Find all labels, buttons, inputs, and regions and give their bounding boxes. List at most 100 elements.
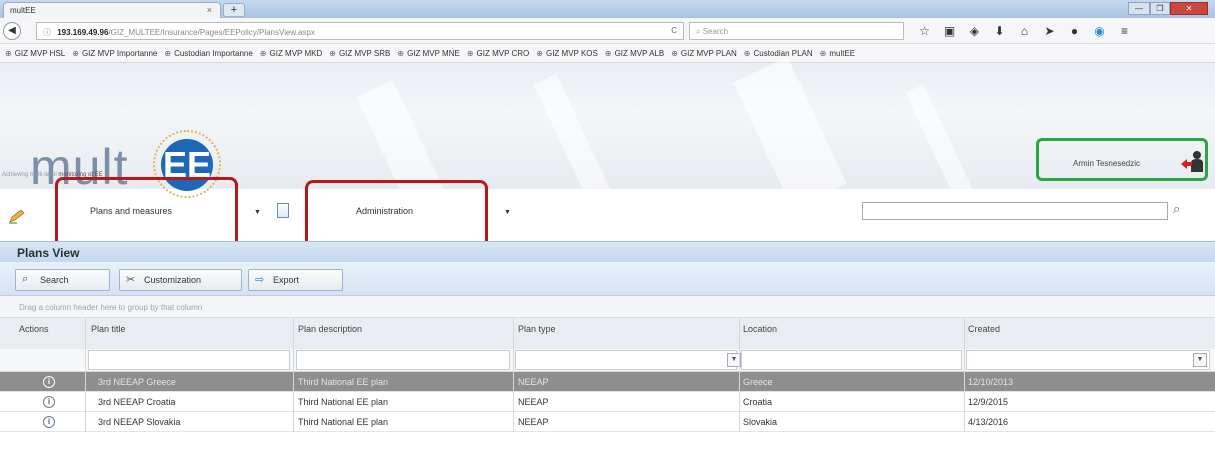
minimize-button[interactable]: — xyxy=(1128,2,1150,15)
reading-list-icon[interactable]: ▣ xyxy=(937,23,962,39)
column-divider xyxy=(513,318,514,432)
column-header-location[interactable]: Location xyxy=(743,324,777,334)
customization-label: Customization xyxy=(144,275,202,285)
header-decoration xyxy=(533,73,612,203)
tab-close-icon[interactable]: × xyxy=(207,5,212,15)
column-header-created[interactable]: Created xyxy=(968,324,1000,334)
cell-plan-type: NEEAP xyxy=(518,377,549,387)
user-name[interactable]: Armin Tesnesedzic xyxy=(1073,159,1140,168)
tagline-line-1: Achieving multi-level xyxy=(2,172,57,178)
bookmark-item[interactable]: GIZ MVP ALB xyxy=(602,44,668,62)
cell-created: 4/13/2016 xyxy=(968,417,1009,427)
bookmarks-bar: GIZ MVP HSL GIZ MVP Importanne Custodian… xyxy=(0,44,1215,63)
header-decoration xyxy=(733,56,847,210)
panel-title-bar xyxy=(0,241,1215,262)
bookmark-item[interactable]: Custodian PLAN xyxy=(741,44,817,62)
bookmark-item[interactable]: Custodian Importanne xyxy=(161,44,256,62)
bookmark-item[interactable]: multEE xyxy=(817,44,860,62)
info-icon[interactable]: i xyxy=(43,396,55,408)
cell-location: Greece xyxy=(743,377,773,387)
column-header-plan-title[interactable]: Plan title xyxy=(91,324,126,334)
cell-plan-title: 3rd NEEAP Slovakia xyxy=(98,417,181,427)
menu-icon[interactable]: ≡ xyxy=(1112,23,1137,39)
cell-plan-description: Third National EE plan xyxy=(298,377,389,387)
url-host: 193.169.49.96 xyxy=(57,28,109,37)
cell-created: 12/9/2015 xyxy=(968,397,1009,407)
url-bar[interactable]: ⓘ 193.169.49.96/GIZ_MULTEE/Insurance/Pag… xyxy=(36,22,684,40)
url-path: /GIZ_MULTEE/Insurance/Pages/EEPolicy/Pla… xyxy=(108,28,315,37)
column-divider xyxy=(739,318,740,432)
global-search-input[interactable] xyxy=(862,202,1168,220)
cell-plan-description: Third National EE plan xyxy=(298,417,389,427)
bookmark-item[interactable]: GIZ MVP HSL xyxy=(2,44,69,62)
cell-created: 12/10/2013 xyxy=(968,377,1014,387)
browser-search-input[interactable]: ⌕ Search xyxy=(689,22,904,40)
column-divider xyxy=(85,318,86,432)
maximize-button[interactable]: ❐ xyxy=(1150,2,1170,15)
group-by-panel[interactable]: Drag a column header here to group by th… xyxy=(0,296,1215,318)
page-title: Plans View xyxy=(17,246,80,260)
cell-plan-type: NEEAP xyxy=(518,397,549,407)
cell-location: Croatia xyxy=(743,397,773,407)
bookmark-item[interactable]: GIZ MVP MKD xyxy=(257,44,326,62)
bookmark-item[interactable]: GIZ MVP MNE xyxy=(394,44,463,62)
customization-button[interactable]: ✂ Customization xyxy=(119,269,242,291)
send-icon[interactable]: ➤ xyxy=(1037,23,1062,39)
chevron-down-icon[interactable]: ▼ xyxy=(254,209,261,216)
menu-plans-and-measures[interactable]: Plans and measures xyxy=(90,206,172,216)
bookmark-item[interactable]: GIZ MVP CRO xyxy=(464,44,533,62)
filter-plan-type[interactable] xyxy=(515,350,737,370)
search-button[interactable]: ⌕ Search xyxy=(15,269,110,291)
column-header-plan-type[interactable]: Plan type xyxy=(518,324,556,334)
bookmark-star-icon[interactable]: ☆ xyxy=(912,23,937,39)
search-icon: ⌕ xyxy=(22,273,29,285)
filter-plan-description[interactable] xyxy=(296,350,510,370)
browser-tab-strip: multEE × + — ❐ ✕ xyxy=(0,0,1215,18)
window-close-button[interactable]: ✕ xyxy=(1170,2,1208,15)
tools-icon: ✂ xyxy=(126,274,136,286)
chevron-down-icon[interactable]: ▼ xyxy=(504,209,511,216)
cell-plan-description: Third National EE plan xyxy=(298,397,389,407)
download-icon[interactable]: ⬇ xyxy=(987,23,1012,39)
edit-pencil-icon[interactable] xyxy=(8,208,26,224)
back-button[interactable]: ◀ xyxy=(3,22,21,40)
column-header-plan-description[interactable]: Plan description xyxy=(298,324,362,334)
pocket-icon[interactable]: ◈ xyxy=(962,23,987,39)
table-row[interactable]: i 3rd NEEAP Greece Third National EE pla… xyxy=(0,372,1215,392)
reload-icon[interactable]: C xyxy=(671,26,677,35)
filter-location[interactable] xyxy=(741,350,962,370)
filter-dropdown-icon[interactable]: ▼ xyxy=(1193,353,1207,367)
info-icon[interactable]: i xyxy=(43,376,55,388)
new-tab-button[interactable]: + xyxy=(223,3,245,17)
info-icon[interactable]: ⓘ xyxy=(43,28,51,37)
export-label: Export xyxy=(273,275,300,285)
document-icon[interactable] xyxy=(277,203,289,218)
table-row[interactable]: i 3rd NEEAP Croatia Third National EE pl… xyxy=(0,392,1215,412)
cell-location: Slovakia xyxy=(743,417,778,427)
export-button[interactable]: ⇨ Export xyxy=(248,269,343,291)
filter-created[interactable] xyxy=(966,350,1210,370)
search-icon[interactable]: ⌕ xyxy=(1173,201,1180,217)
info-icon[interactable]: i xyxy=(43,416,55,428)
skype-icon[interactable]: ◉ xyxy=(1087,23,1112,39)
logout-icon[interactable] xyxy=(1180,150,1206,174)
cell-plan-type: NEEAP xyxy=(518,417,549,427)
browser-tab[interactable]: multEE × xyxy=(3,2,221,18)
column-divider xyxy=(293,318,294,432)
bookmark-item[interactable]: GIZ MVP PLAN xyxy=(668,44,741,62)
header-decoration xyxy=(905,84,975,202)
column-divider xyxy=(964,318,965,432)
cell-plan-title: 3rd NEEAP Greece xyxy=(98,377,176,387)
search-label: Search xyxy=(40,275,69,285)
table-row[interactable]: i 3rd NEEAP Slovakia Third National EE p… xyxy=(0,412,1215,432)
home-icon[interactable]: ⌂ xyxy=(1012,23,1037,39)
filter-plan-title[interactable] xyxy=(88,350,290,370)
grid-header xyxy=(0,318,1215,350)
chat-icon[interactable]: ● xyxy=(1062,23,1087,39)
bookmark-item[interactable]: GIZ MVP KOS xyxy=(533,44,602,62)
browser-toolbar-icons: ☆ ▣ ◈ ⬇ ⌂ ➤ ● ◉ ≡ xyxy=(912,23,1137,39)
bookmark-item[interactable]: GIZ MVP SRB xyxy=(326,44,394,62)
bookmark-item[interactable]: GIZ MVP Importanne xyxy=(69,44,161,62)
column-header-actions[interactable]: Actions xyxy=(19,324,49,334)
menu-administration[interactable]: Administration xyxy=(356,206,413,216)
